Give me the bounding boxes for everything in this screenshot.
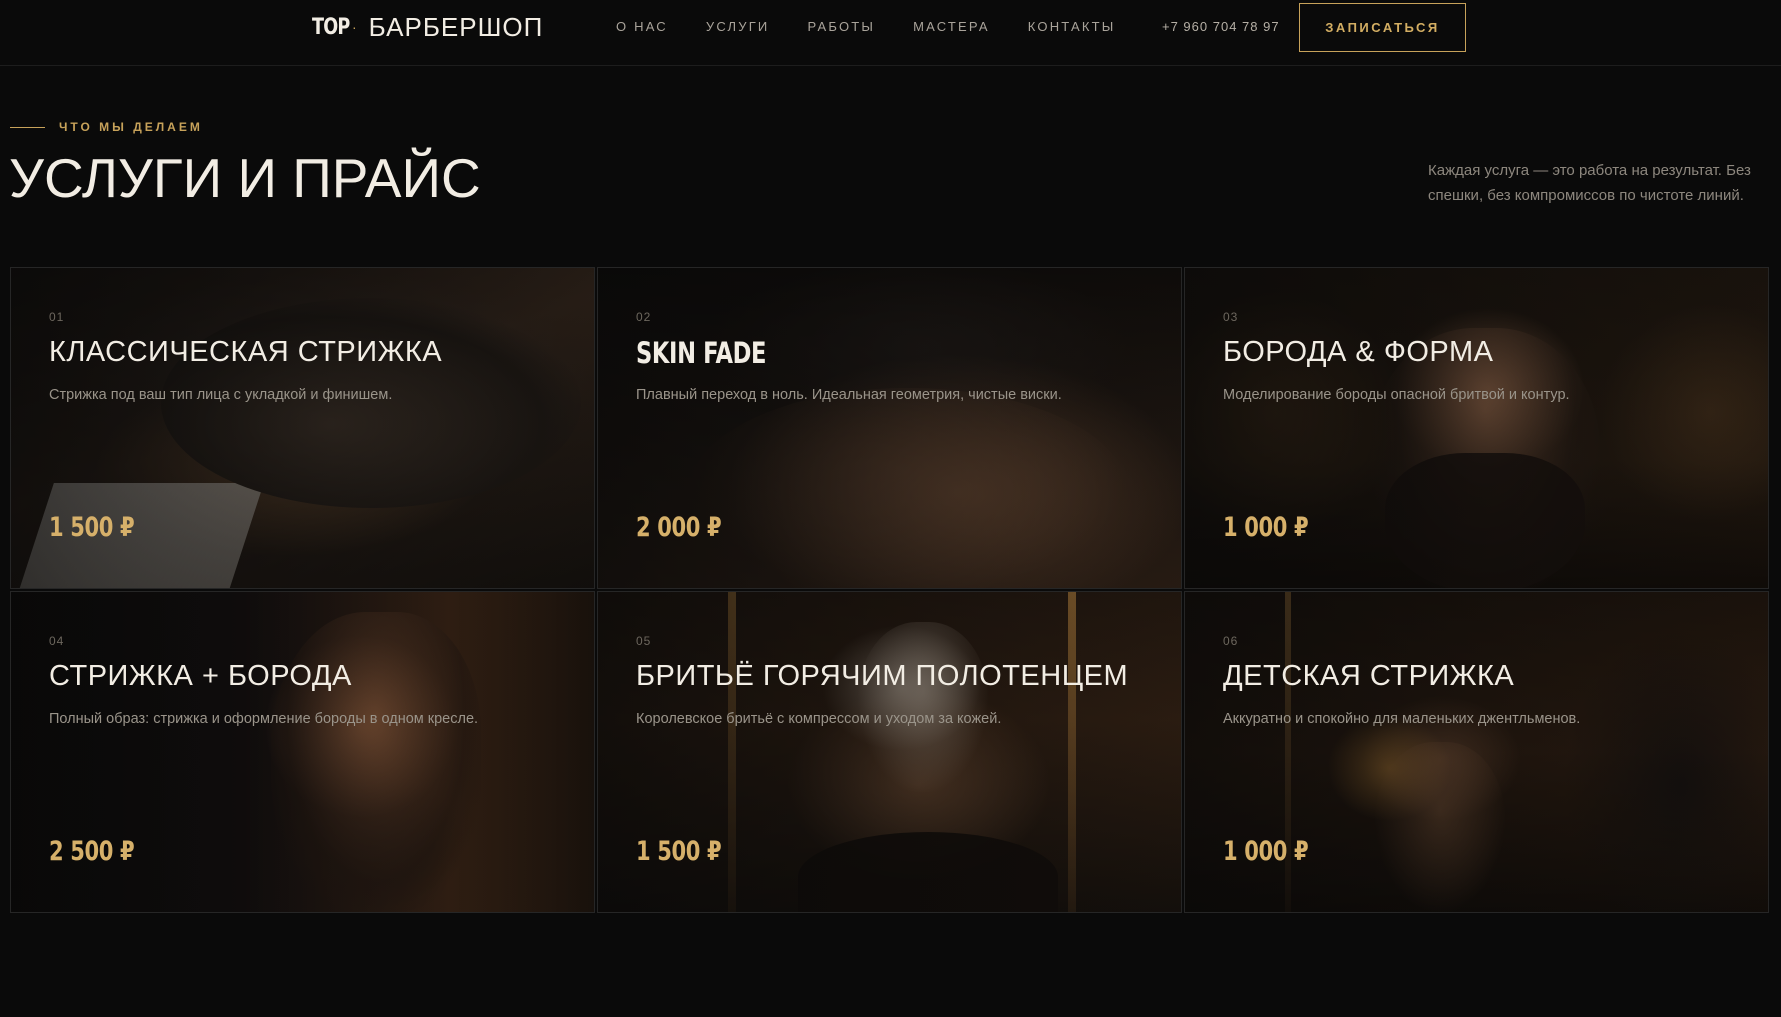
service-card[interactable]: 06 ДЕТСКАЯ СТРИЖКА Аккуратно и спокойно … xyxy=(1184,591,1769,913)
book-button[interactable]: ЗАПИСАТЬСЯ xyxy=(1299,3,1466,52)
service-price: 1 000 ₽ xyxy=(1223,836,1309,867)
eyebrow-text: ЧТО МЫ ДЕЛАЕМ xyxy=(59,120,203,134)
service-number: 02 xyxy=(636,310,652,324)
phone-link[interactable]: +7 960 704 78 97 xyxy=(1162,19,1280,34)
service-title: БОРОДА & ФОРМА xyxy=(1223,336,1494,368)
nav-item-contacts[interactable]: КОНТАКТЫ xyxy=(1028,19,1116,34)
service-card[interactable]: 05 БРИТЬЁ ГОРЯЧИМ ПОЛОТЕНЦЕМ Королевское… xyxy=(597,591,1182,913)
service-card[interactable]: 01 КЛАССИЧЕСКАЯ СТРИЖКА Стрижка под ваш … xyxy=(10,267,595,589)
logo-name: БАРБЕРШОП xyxy=(368,11,544,42)
service-price: 1 500 ₽ xyxy=(636,836,722,867)
service-price: 2 500 ₽ xyxy=(49,836,135,867)
service-description: Плавный переход в ноль. Идеальная геомет… xyxy=(636,387,1062,403)
main-nav: О НАС УСЛУГИ РАБОТЫ МАСТЕРА КОНТАКТЫ xyxy=(616,19,1154,34)
service-title: КЛАССИЧЕСКАЯ СТРИЖКА xyxy=(49,336,443,368)
nav-item-works[interactable]: РАБОТЫ xyxy=(807,19,875,34)
service-price: 1 000 ₽ xyxy=(1223,512,1309,543)
logo-separator: · xyxy=(352,19,357,35)
service-number: 05 xyxy=(636,634,652,648)
service-title: СТРИЖКА + БОРОДА xyxy=(49,660,352,692)
logo-mark: TOP xyxy=(312,14,350,40)
service-description: Моделирование бороды опасной бритвой и к… xyxy=(1223,387,1570,403)
eyebrow-line xyxy=(10,126,45,128)
service-number: 03 xyxy=(1223,310,1239,324)
service-number: 06 xyxy=(1223,634,1239,648)
service-number: 04 xyxy=(49,634,65,648)
service-card[interactable]: 03 БОРОДА & ФОРМА Моделирование бороды о… xyxy=(1184,267,1769,589)
service-description: Аккуратно и спокойно для маленьких джент… xyxy=(1223,711,1581,727)
service-description: Королевское бритьё с компрессом и уходом… xyxy=(636,711,1002,727)
nav-item-masters[interactable]: МАСТЕРА xyxy=(913,19,990,34)
service-price: 1 500 ₽ xyxy=(49,512,135,543)
service-title: БРИТЬЁ ГОРЯЧИМ ПОЛОТЕНЦЕМ xyxy=(636,660,1129,692)
section-eyebrow: ЧТО МЫ ДЕЛАЕМ xyxy=(10,120,203,134)
section-title: УСЛУГИ И ПРАЙС xyxy=(9,147,481,209)
service-title: SKIN FADE xyxy=(636,336,767,370)
service-price: 2 000 ₽ xyxy=(636,512,722,543)
service-description: Стрижка под ваш тип лица с укладкой и фи… xyxy=(49,387,393,403)
logo[interactable]: TOP · БАРБЕРШОП xyxy=(312,12,543,42)
service-title: ДЕТСКАЯ СТРИЖКА xyxy=(1223,660,1515,692)
site-header: TOP · БАРБЕРШОП О НАС УСЛУГИ РАБОТЫ МАСТ… xyxy=(0,0,1781,66)
service-card[interactable]: 02 SKIN FADE Плавный переход в ноль. Иде… xyxy=(597,267,1182,589)
nav-item-about[interactable]: О НАС xyxy=(616,19,668,34)
nav-item-services[interactable]: УСЛУГИ xyxy=(706,19,770,34)
service-number: 01 xyxy=(49,310,65,324)
section-description: Каждая услуга — это работа на результат.… xyxy=(1428,162,1751,204)
service-card[interactable]: 04 СТРИЖКА + БОРОДА Полный образ: стрижк… xyxy=(10,591,595,913)
services-grid: 01 КЛАССИЧЕСКАЯ СТРИЖКА Стрижка под ваш … xyxy=(10,267,1769,913)
service-description: Полный образ: стрижка и оформление бород… xyxy=(49,711,479,727)
